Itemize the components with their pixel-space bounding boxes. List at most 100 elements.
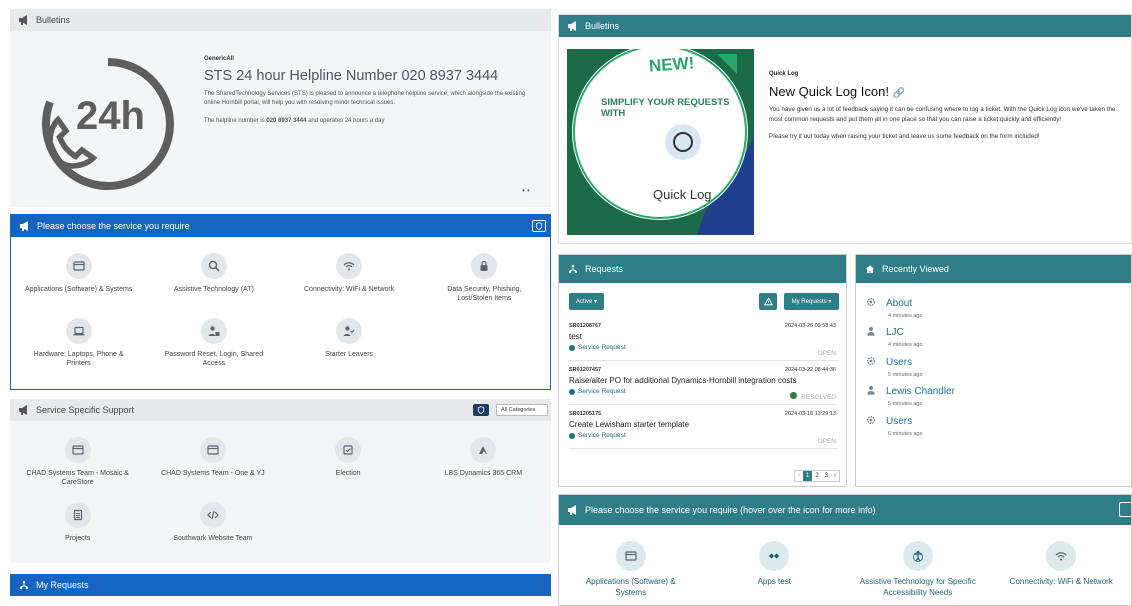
warning-icon: [764, 297, 773, 306]
requests-panel: Requests Active ▾ My Requests ▾ SR012087…: [558, 254, 847, 487]
window-icon: [72, 444, 84, 456]
megaphone-icon: [567, 21, 579, 31]
helpline-24h-image: 24h: [38, 54, 178, 194]
banner-tagline: SIMPLIFY YOUR REQUESTS WITH: [601, 97, 730, 119]
requests-icon: [18, 580, 30, 590]
pagination: ‹ 1 2 3 ›: [793, 470, 840, 482]
shield-icon: [535, 222, 543, 230]
recently-viewed-panel: Recently Viewed About 4 minutes ago LJC 4 …: [855, 254, 1132, 487]
service-request-icon: [569, 344, 575, 351]
status-badge: OPEN: [817, 438, 836, 445]
wifi-icon: [343, 260, 355, 272]
link-icon[interactable]: 🔗: [893, 88, 905, 99]
pagination-next[interactable]: ›: [831, 471, 839, 481]
pagination-page[interactable]: 3: [822, 471, 831, 481]
recent-item[interactable]: Users 6 minutes ago: [866, 411, 923, 437]
recent-item[interactable]: LJC 4 minutes ago: [866, 322, 923, 348]
user-lock-icon: [208, 325, 220, 337]
left-bulletins-header: Bulletins: [10, 9, 551, 31]
banner-new-label: NEW!: [648, 53, 695, 76]
requests-icon: [567, 264, 579, 274]
magnifier-icon: [208, 260, 220, 272]
right-bulletins-header: Bulletins: [559, 15, 1131, 37]
accessibility-icon: [912, 550, 924, 562]
service-request-icon: [569, 432, 575, 439]
right-choose-title: Please choose the service you require (h…: [585, 505, 876, 515]
pagination-prev[interactable]: ‹: [795, 471, 803, 481]
right-choose-header: Please choose the service you require (h…: [559, 495, 1131, 525]
active-filter-button[interactable]: Active ▾: [569, 293, 604, 310]
service-southwark-website[interactable]: Southwark Website Team: [145, 501, 280, 543]
bulletin-helpline: The helpline number is 020 8937 3444 and…: [204, 118, 385, 124]
user-icon: [866, 385, 876, 395]
service-apps-test[interactable]: Apps test: [703, 541, 847, 599]
service-request-icon: [569, 388, 575, 395]
service-projects[interactable]: Projects: [10, 501, 145, 543]
service-applications[interactable]: Applications (Software) & Systems: [559, 541, 703, 599]
requests-header: Requests: [559, 255, 846, 283]
service-chad-one-yj[interactable]: CHAD Systems Team - One & YJ: [145, 437, 280, 488]
recent-item[interactable]: Lewis Chandler 5 minutes ago: [866, 381, 955, 407]
quick-log-banner-art: [567, 49, 754, 235]
my-requests-filter-button[interactable]: My Requests ▾: [784, 293, 839, 310]
service-starter-leavers[interactable]: Starter Leavers: [282, 317, 417, 369]
pagination-page[interactable]: 1: [802, 471, 813, 481]
megaphone-icon: [567, 505, 579, 515]
bulletin-title: New Quick Log Icon!: [769, 84, 889, 99]
left-specific-header: Service Specific Support: [10, 399, 551, 421]
service-assistive-technology[interactable]: Assistive Technology for Specific Access…: [846, 541, 990, 599]
right-choose-service-panel: Please choose the service you require (h…: [558, 494, 1132, 606]
service-connectivity[interactable]: Connectivity: WiFi & Network: [282, 253, 417, 304]
megaphone-icon: [18, 15, 30, 25]
window-icon: [625, 550, 637, 562]
megaphone-icon: [18, 405, 30, 415]
service-password-reset[interactable]: Password Reset, Login, Shared Access: [146, 317, 281, 369]
bulletin-body: The SharedTechnology Services (STS) is p…: [204, 91, 526, 106]
document-icon: [72, 509, 84, 521]
request-row[interactable]: SR01205175 2024-03-18 13:29:13 Create Le…: [569, 411, 838, 449]
code-icon: [207, 509, 219, 521]
request-row[interactable]: SR01207457 2024-03-22 08:44:36 Raise/alt…: [569, 367, 838, 405]
service-hardware[interactable]: Hardware: Laptops, Phone & Printers: [11, 317, 146, 369]
right-bulletins-panel: Bulletins NEW! SIMPLIFY YOUR REQUESTS WI…: [558, 14, 1132, 244]
bulletin-title: STS 24 hour Helpline Number 020 8937 344…: [204, 68, 499, 84]
helpline-24h-label: 24h: [76, 94, 145, 138]
service-chad-mosaic[interactable]: CHAD Systems Team - Mosaic & CareStore: [10, 437, 145, 488]
recent-item[interactable]: About 4 minutes ago: [866, 293, 923, 319]
category-select[interactable]: All Categories: [496, 404, 548, 416]
gear-icon: [866, 415, 876, 425]
request-row[interactable]: SR01208767 2024-03-26 09:53:43 test Serv…: [569, 323, 838, 361]
service-connectivity[interactable]: Connectivity: WiFi & Network: [990, 541, 1132, 599]
recent-item[interactable]: Users 5 minutes ago: [866, 352, 923, 378]
recently-viewed-title: Recently Viewed: [882, 264, 949, 274]
service-lbs-dynamics[interactable]: LBS Dynamics 365 CRM: [416, 437, 551, 488]
warning-button[interactable]: [759, 293, 777, 310]
gear-icon: [866, 297, 876, 307]
service-assistive-technology[interactable]: Assistive Technology (AT): [146, 253, 281, 304]
user-icon: [866, 326, 876, 336]
bulletin-body-2: Please try it out today when raising you…: [769, 132, 1040, 140]
left-bulletins-panel: Bulletins 24h GenericAll STS 24 hour Hel…: [10, 9, 551, 207]
left-my-requests-header[interactable]: My Requests: [10, 574, 551, 596]
window-icon: [207, 444, 219, 456]
status-badge: OPEN: [817, 350, 836, 357]
left-choose-service-panel: Please choose the service you require Ap…: [10, 214, 551, 390]
service-applications[interactable]: Applications (Software) & Systems: [11, 253, 146, 304]
left-specific-title: Service Specific Support: [36, 405, 135, 415]
left-choose-title: Please choose the service you require: [37, 221, 190, 231]
left-my-requests-panel: My Requests: [10, 574, 551, 606]
service-data-security[interactable]: Data Security, Phishing, Lost/Stolen Ite…: [417, 253, 550, 304]
collapse-toggle[interactable]: [532, 220, 546, 232]
gear-icon: [866, 356, 876, 366]
specific-toggle[interactable]: [473, 404, 489, 416]
window-icon: [73, 260, 85, 272]
service-election[interactable]: Election: [281, 437, 416, 488]
carousel-dots[interactable]: • •: [522, 186, 530, 195]
dynamics-icon: [477, 444, 489, 456]
bulletin-title-row: New Quick Log Icon! 🔗: [769, 84, 1124, 99]
megaphone-icon: [19, 221, 31, 231]
collapse-toggle[interactable]: [1119, 502, 1131, 517]
pagination-page[interactable]: 2: [812, 471, 821, 481]
requests-title: Requests: [585, 264, 624, 274]
lock-icon: [478, 260, 490, 272]
